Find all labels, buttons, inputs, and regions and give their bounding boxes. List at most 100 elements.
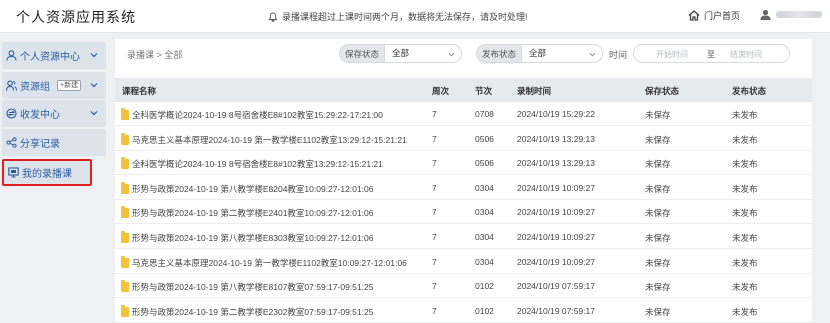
breadcrumb: 录播课 > 全部	[127, 48, 182, 61]
record-time-cell: 2024/10/19 13:29:13	[517, 133, 595, 144]
publish-status-cell: 未发布	[732, 134, 758, 145]
monitor-icon	[8, 167, 19, 178]
course-name-link[interactable]: 形势与政策2024-10-19 第八教学楼E8204教室10:09:27-12:…	[132, 183, 373, 195]
period-cell: 0506	[475, 158, 494, 169]
folder-icon	[121, 206, 129, 219]
save-status-cell: 未保存	[645, 257, 671, 268]
week-cell: 7	[432, 182, 437, 193]
publish-status-filter: 发布状态 全部	[476, 44, 604, 63]
sidebar-item-label: 分享记录	[20, 139, 60, 150]
sidebar-item-transfer-center[interactable]: 收发中心	[2, 100, 106, 127]
breadcrumb-root[interactable]: 录播课	[127, 50, 154, 60]
column-header-save-status: 保存状态	[645, 86, 680, 96]
record-time-cell: 2024/10/19 10:09:27	[517, 256, 595, 267]
period-cell: 0506	[475, 133, 494, 144]
portal-label: 门户首页	[704, 11, 741, 21]
record-time-cell: 2024/10/19 10:09:27	[517, 182, 595, 193]
breadcrumb-separator: >	[156, 50, 162, 60]
publish-status-cell: 未发布	[732, 208, 758, 219]
publish-status-cell: 未发布	[732, 257, 758, 268]
week-cell: 7	[432, 109, 437, 119]
user-menu[interactable]	[760, 9, 822, 20]
save-status-cell: 未保存	[645, 233, 671, 243]
person-icon	[6, 50, 17, 61]
table-row[interactable]: 全科医学概论2024-10-19 8号宿舍楼E8#102教室15:29:22-1…	[115, 102, 812, 126]
table-row[interactable]: 形势与政策2024-10-19 第八教学楼E8204教室10:09:27-12:…	[115, 175, 812, 200]
period-cell: 0708	[475, 109, 494, 119]
sidebar-item-share-records[interactable]: 分享记录	[2, 129, 106, 156]
table-header: 课程名称 周次 节次 录制时间 保存状态 发布状态	[115, 78, 812, 102]
table-row[interactable]: 全科医学概论2024-10-19 8号宿舍楼E8#102教室13:29:12-1…	[115, 151, 812, 176]
sidebar-item-resource-group[interactable]: 资源组 +新建	[2, 72, 106, 99]
save-status-select[interactable]: 全部	[384, 44, 463, 63]
sidebar: 个人资源中心 资源组 +新建 收发中心 分享记录 我的录播课	[0, 35, 108, 321]
week-cell: 7	[432, 207, 437, 218]
sidebar-item-personal-resource-center[interactable]: 个人资源中心	[2, 42, 106, 69]
publish-status-select[interactable]: 全部	[521, 44, 604, 63]
sidebar-item-label: 个人资源中心	[20, 52, 80, 63]
table-row[interactable]: 马克思主义基本原理2024-10-19 第一教学楼E1102教室10:09:27…	[115, 249, 812, 274]
save-status-filter: 保存状态 全部	[339, 44, 463, 63]
publish-status-cell: 未发布	[732, 183, 758, 194]
column-header-week: 周次	[432, 86, 450, 96]
folder-icon	[121, 304, 129, 317]
table-row[interactable]: 形势与政策2024-10-19 第二教学楼E2401教室10:09:27-12:…	[115, 200, 812, 225]
chevron-down-icon	[589, 52, 596, 57]
sidebar-item-label: 收发中心	[20, 110, 60, 121]
folder-icon	[121, 132, 129, 145]
period-cell: 0304	[475, 207, 494, 218]
save-status-cell: 未保存	[645, 183, 671, 194]
course-name-link[interactable]: 全科医学概论2024-10-19 8号宿舍楼E8#102教室13:29:12-1…	[132, 158, 383, 170]
save-status-label: 保存状态	[339, 44, 385, 63]
save-status-cell: 未保存	[645, 208, 671, 219]
week-cell: 7	[432, 158, 437, 169]
course-name-link[interactable]: 马克思主义基本原理2024-10-19 第一教学楼E1102教室13:29:12…	[132, 134, 407, 146]
table-row[interactable]: 形势与政策2024-10-19 第八教学楼E8303教室10:09:27-12:…	[115, 225, 812, 249]
record-time-cell: 2024/10/19 10:09:27	[517, 232, 595, 242]
start-time-input[interactable]: 开始时间	[656, 49, 688, 60]
end-time-input[interactable]: 结束时间	[730, 49, 762, 60]
record-time-cell: 2024/10/19 10:09:27	[517, 207, 595, 218]
column-header-course-name: 课程名称	[122, 86, 157, 96]
publish-status-cell: 未发布	[732, 282, 758, 293]
save-status-cell: 未保存	[645, 282, 671, 293]
user-avatar-icon	[760, 9, 771, 20]
sidebar-item-my-recorded-courses[interactable]: 我的录播课	[2, 159, 92, 186]
transfer-icon	[6, 108, 17, 119]
column-header-record-time: 录制时间	[517, 86, 552, 96]
folder-icon	[121, 157, 129, 170]
chevron-down-icon	[90, 83, 98, 88]
record-time-cell: 2024/10/19 07:59:17	[517, 305, 595, 316]
course-name-link[interactable]: 马克思主义基本原理2024-10-19 第一教学楼E1102教室10:09:27…	[132, 257, 407, 269]
period-cell: 0304	[475, 256, 494, 267]
period-cell: 0102	[475, 305, 494, 316]
course-name-link[interactable]: 形势与政策2024-10-19 第二教学楼E2401教室10:09:27-12:…	[132, 207, 373, 219]
week-cell: 7	[432, 305, 437, 316]
course-name-link[interactable]: 形势与政策2024-10-19 第八教学楼E8303教室10:09:27-12:…	[132, 232, 373, 244]
folder-icon	[121, 231, 129, 243]
course-name-link[interactable]: 形势与政策2024-10-19 第八教学楼E8107教室07:59:17-09:…	[132, 281, 373, 293]
new-group-button[interactable]: +新建	[57, 80, 82, 91]
group-icon	[6, 80, 17, 91]
table-row[interactable]: 形势与政策2024-10-19 第八教学楼E8107教室07:59:17-09:…	[115, 274, 812, 299]
folder-icon	[121, 108, 129, 120]
column-header-publish-status: 发布状态	[732, 86, 767, 96]
folder-icon	[121, 181, 129, 194]
save-status-value: 全部	[392, 48, 410, 58]
course-name-link[interactable]: 全科医学概论2024-10-19 8号宿舍楼E8#102教室15:29:22-1…	[132, 109, 383, 121]
course-name-link[interactable]: 形势与政策2024-10-19 第二教学楼E2302教室07:59:17-09:…	[132, 306, 373, 318]
table-row[interactable]: 形势与政策2024-10-19 第二教学楼E2302教室07:59:17-09:…	[115, 298, 812, 323]
publish-status-cell: 未发布	[732, 159, 758, 170]
record-time-cell: 2024/10/19 15:29:22	[517, 109, 595, 119]
time-range-picker[interactable]: 开始时间 至 结束时间	[633, 44, 790, 63]
save-status-cell: 未保存	[645, 110, 671, 120]
folder-icon	[121, 255, 129, 268]
table-row[interactable]: 马克思主义基本原理2024-10-19 第一教学楼E1102教室13:29:12…	[115, 126, 812, 151]
app-title: 个人资源应用系统	[16, 9, 136, 25]
week-cell: 7	[432, 133, 437, 144]
save-status-cell: 未保存	[645, 134, 671, 145]
home-icon	[688, 10, 700, 21]
share-icon	[6, 137, 17, 148]
portal-home-link[interactable]: 门户首页	[688, 9, 740, 22]
period-cell: 0102	[475, 281, 494, 292]
